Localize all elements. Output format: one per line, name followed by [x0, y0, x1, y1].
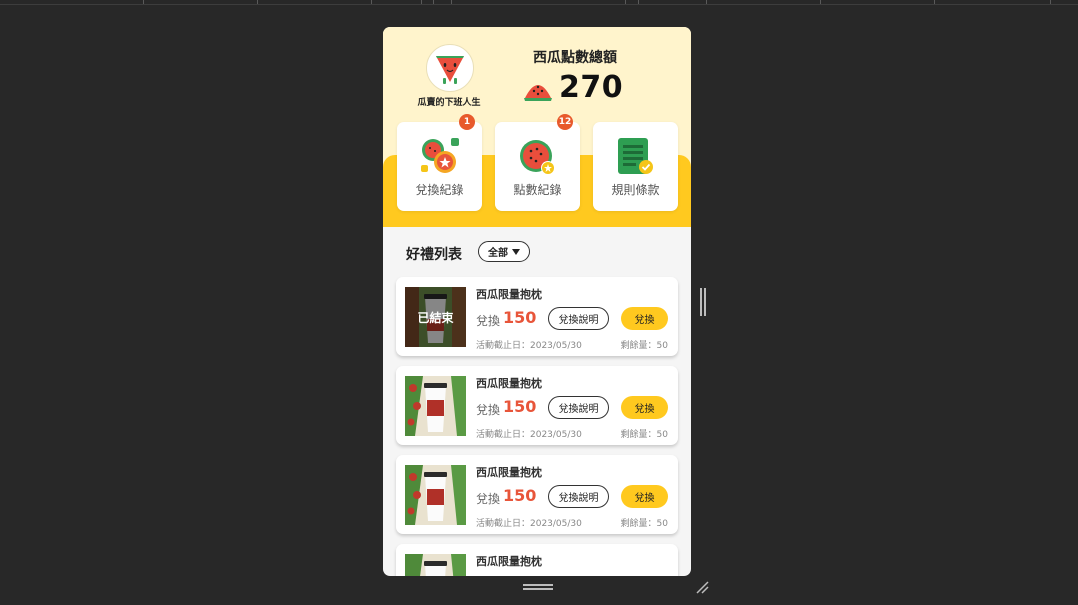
- coffee-cup-image: [405, 554, 466, 576]
- exchange-info-button[interactable]: 兌換說明: [548, 307, 609, 330]
- rules-terms-icon: [618, 138, 653, 174]
- rules-terms-label: 規則條款: [611, 183, 660, 197]
- exchange-info-button[interactable]: 兌換說明: [548, 396, 609, 419]
- exchange-info-button[interactable]: 兌換說明: [548, 485, 609, 508]
- gift-item[interactable]: 西瓜限量抱枕: [396, 544, 678, 576]
- redeem-button[interactable]: 兌換: [621, 307, 668, 330]
- gift-name: 西瓜限量抱枕: [476, 377, 542, 390]
- points-record-badge: 12: [557, 114, 573, 130]
- gift-item[interactable]: 西瓜限量抱枕 兌換 150 兌換說明 兌換 活動截止日：2023/05/30 剩…: [396, 455, 678, 534]
- exchange-record-label: 兌換紀錄: [415, 183, 464, 197]
- horizontal-resize-handle[interactable]: [523, 584, 553, 590]
- exchange-record-icon: [421, 138, 459, 173]
- remaining-text: 剩餘量：50: [620, 341, 668, 351]
- mobile-viewport: 瓜賣的下班人生 西瓜點數總額 270 1 兌換紀錄 12 點數紀錄 規則條款 好…: [383, 27, 691, 576]
- gift-thumbnail: [405, 376, 466, 436]
- watermelon-mascot-icon: [436, 56, 464, 84]
- remaining-text: 剩餘量：50: [620, 519, 668, 529]
- exchange-record-badge: 1: [459, 114, 475, 130]
- coffee-cup-image: [405, 465, 466, 525]
- points-total-title: 西瓜點數總額: [533, 50, 617, 66]
- gift-item[interactable]: 西瓜限量抱枕 兌換 150 兌換說明 兌換 活動截止日：2023/05/30 剩…: [396, 366, 678, 445]
- rules-terms-card[interactable]: 規則條款: [593, 122, 678, 211]
- gift-name: 西瓜限量抱枕: [476, 555, 542, 568]
- gift-name: 西瓜限量抱枕: [476, 288, 542, 301]
- exchange-label: 兌換: [476, 314, 501, 328]
- remaining-text: 剩餘量：50: [620, 430, 668, 440]
- gift-name: 西瓜限量抱枕: [476, 466, 542, 479]
- points-total-value: 270: [559, 70, 624, 105]
- deadline-text: 活動截止日：2023/05/30: [476, 519, 582, 529]
- points-record-label: 點數紀錄: [513, 183, 562, 197]
- avatar[interactable]: [426, 44, 474, 92]
- deadline-text: 活動截止日：2023/05/30: [476, 430, 582, 440]
- exchange-label: 兌換: [476, 403, 501, 417]
- exchange-points: 150: [503, 486, 537, 505]
- exchange-record-card[interactable]: 1 兌換紀錄: [397, 114, 482, 211]
- category-filter-dropdown[interactable]: 全部: [478, 241, 530, 262]
- top-ruler: [0, 0, 1078, 5]
- ended-overlay: 已結束: [405, 287, 466, 347]
- filter-selected-value: 全部: [488, 248, 508, 259]
- gift-list-title: 好禮列表: [406, 247, 462, 263]
- gift-thumbnail: [405, 554, 466, 576]
- vertical-resize-handle[interactable]: [700, 288, 706, 316]
- exchange-label: 兌換: [476, 492, 501, 506]
- deadline-text: 活動截止日：2023/05/30: [476, 341, 582, 351]
- username: 瓜賣的下班人生: [417, 98, 481, 108]
- exchange-points: 150: [503, 397, 537, 416]
- watermelon-slice-icon: [524, 85, 552, 101]
- redeem-button[interactable]: 兌換: [621, 485, 668, 508]
- gift-item[interactable]: 已結束 西瓜限量抱枕 兌換 150 兌換說明 兌換 活動截止日：2023/05/…: [396, 277, 678, 356]
- gift-thumbnail: [405, 465, 466, 525]
- gift-thumbnail: 已結束: [405, 287, 466, 347]
- points-record-icon: [520, 140, 555, 175]
- redeem-button[interactable]: 兌換: [621, 396, 668, 419]
- coffee-cup-image: [405, 376, 466, 436]
- resize-corner-icon[interactable]: [695, 580, 709, 594]
- caret-down-icon: [512, 248, 520, 255]
- points-record-card[interactable]: 12 點數紀錄: [495, 114, 580, 211]
- exchange-points: 150: [503, 308, 537, 327]
